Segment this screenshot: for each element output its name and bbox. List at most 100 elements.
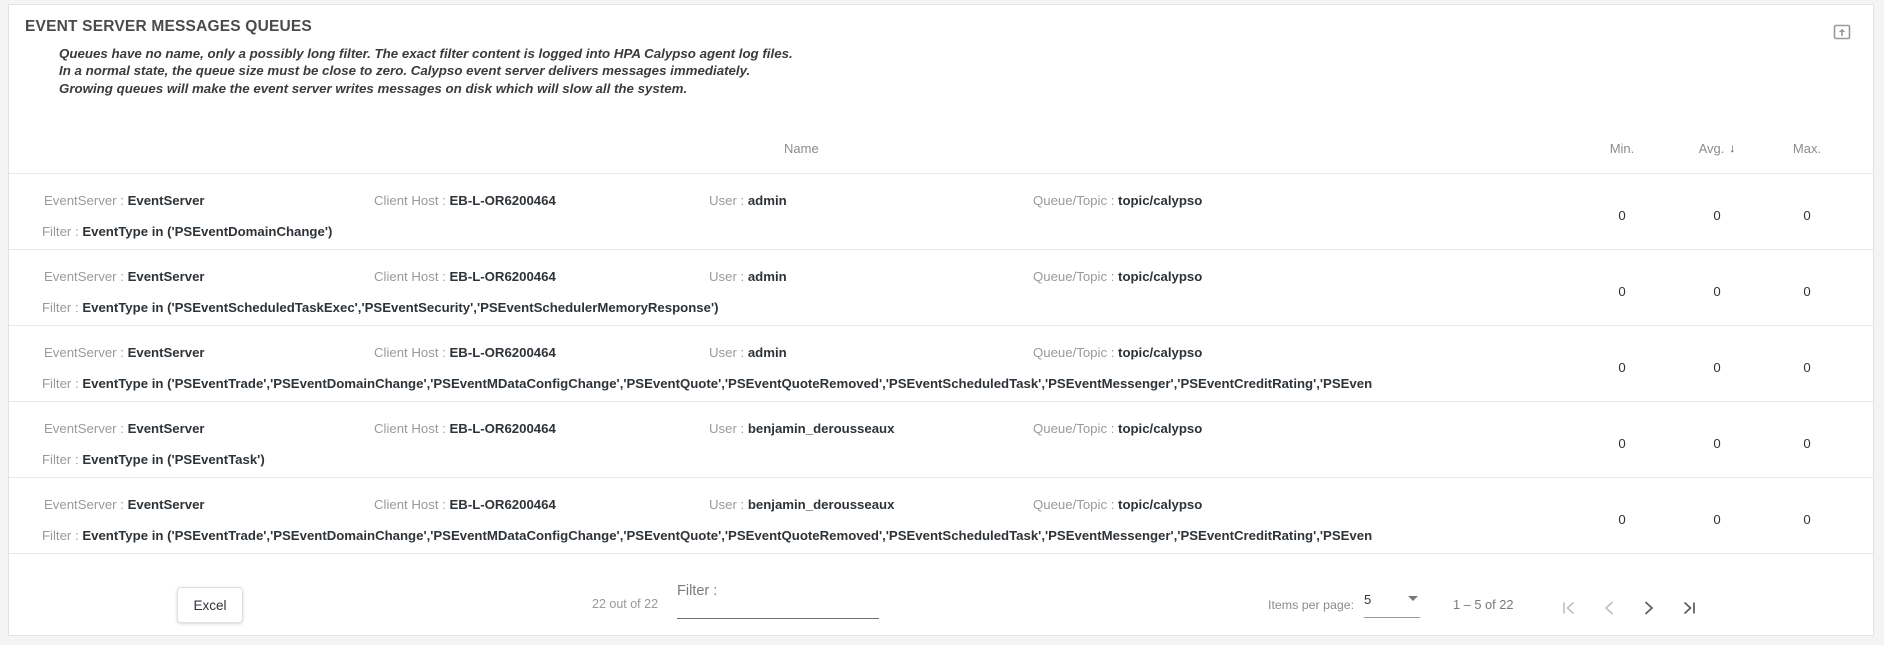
label-event-server: EventServer : [44,497,124,512]
column-header-name[interactable]: Name [784,141,819,156]
table-row[interactable]: EventServer : EventServer Client Host : … [9,173,1873,249]
cell-client-host: Client Host : EB-L-OR6200464 [374,345,556,360]
cell-queue-topic: Queue/Topic : topic/calypso [1033,193,1202,208]
cell-user: User : admin [709,269,787,284]
value-min: 0 [1618,436,1626,451]
label-client-host: Client Host : [374,269,446,284]
cell-queue-topic: Queue/Topic : topic/calypso [1033,345,1202,360]
column-header-min[interactable]: Min. [1596,141,1648,156]
next-page-icon [1645,601,1653,615]
value-filter: EventType in ('PSEventDomainChange') [82,224,333,239]
filter-field-underline [677,617,879,619]
value-event-server: EventServer [127,193,205,208]
cell-user: User : benjamin_derousseaux [709,421,894,436]
label-client-host: Client Host : [374,193,446,208]
value-event-server: EventServer [127,345,205,360]
column-header-avg[interactable]: Avg. ↓ [1686,141,1748,156]
description-line-1: Queues have no name, only a possibly lon… [59,46,793,61]
cell-queue-topic: Queue/Topic : topic/calypso [1033,421,1202,436]
first-page-button[interactable] [1549,588,1589,628]
value-queue-topic: topic/calypso [1118,421,1203,436]
chevron-down-icon [1408,596,1418,601]
cell-filter: Filter : EventType in ('PSEventDomainCha… [42,224,1372,239]
excel-export-button[interactable]: Excel [177,587,243,623]
records-count-label: 22 out of 22 [592,597,659,611]
value-avg: 0 [1713,284,1721,299]
value-max: 0 [1803,512,1811,527]
value-min: 0 [1618,208,1626,223]
value-avg: 0 [1713,436,1721,451]
last-page-button[interactable] [1669,588,1709,628]
label-event-server: EventServer : [44,269,124,284]
label-filter: Filter : [42,452,79,467]
value-filter: EventType in ('PSEventTrade','PSEventDom… [82,376,1372,391]
value-queue-topic: topic/calypso [1118,497,1203,512]
label-filter: Filter : [42,528,79,543]
value-event-server: EventServer [127,497,205,512]
previous-page-button[interactable] [1589,588,1629,628]
value-user: admin [747,193,787,208]
event-server-messages-queues-card: EVENT SERVER MESSAGES QUEUES Queues have… [8,4,1874,636]
value-client-host: EB-L-OR6200464 [449,193,556,208]
description-line-2: In a normal state, the queue size must b… [59,63,751,79]
table-row[interactable]: EventServer : EventServer Client Host : … [9,477,1873,554]
value-filter: EventType in ('PSEventScheduledTaskExec'… [82,300,719,315]
cell-event-server: EventServer : EventServer [44,345,205,360]
cell-filter: Filter : EventType in ('PSEventTask') [42,452,1372,467]
cell-user: User : admin [709,193,787,208]
table-header-row: Name Min. Avg. ↓ Max. [9,136,1873,173]
table-row[interactable]: EventServer : EventServer Client Host : … [9,325,1873,401]
items-per-page-value: 5 [1364,592,1372,607]
queues-table: Name Min. Avg. ↓ Max. EventServer : Event… [9,136,1873,554]
label-queue-topic: Queue/Topic : [1033,497,1115,512]
value-client-host: EB-L-OR6200464 [449,421,556,436]
items-per-page-label: Items per page: [1268,598,1355,612]
next-page-button[interactable] [1629,588,1669,628]
page-range-label: 1 – 5 of 22 [1453,597,1514,612]
label-event-server: EventServer : [44,193,124,208]
label-filter: Filter : [42,224,79,239]
label-client-host: Client Host : [374,345,446,360]
value-max: 0 [1803,360,1811,375]
value-max: 0 [1803,208,1811,223]
label-event-server: EventServer : [44,421,124,436]
cell-event-server: EventServer : EventServer [44,497,205,512]
value-user: admin [747,269,787,284]
label-queue-topic: Queue/Topic : [1033,421,1115,436]
items-per-page-underline [1364,616,1420,618]
description-line-3: Growing queues will make the event serve… [59,80,688,96]
cell-event-server: EventServer : EventServer [44,421,205,436]
column-header-avg-label: Avg. [1698,141,1725,156]
value-queue-topic: topic/calypso [1118,345,1203,360]
label-user: User : [709,193,745,208]
value-filter: EventType in ('PSEventTask') [82,452,265,467]
cell-event-server: EventServer : EventServer [44,193,205,208]
label-queue-topic: Queue/Topic : [1033,269,1115,284]
value-client-host: EB-L-OR6200464 [449,269,556,284]
cell-user: User : benjamin_derousseaux [709,497,894,512]
value-min: 0 [1618,512,1626,527]
items-per-page-select[interactable]: 5 [1364,591,1420,618]
value-avg: 0 [1713,512,1721,527]
label-queue-topic: Queue/Topic : [1033,345,1115,360]
value-avg: 0 [1713,208,1721,223]
value-queue-topic: topic/calypso [1118,193,1203,208]
value-avg: 0 [1713,360,1721,375]
value-user: benjamin_derousseaux [747,497,895,512]
open-in-new-icon[interactable] [1831,21,1853,43]
label-user: User : [709,497,745,512]
filter-field[interactable]: Filter : [677,582,879,619]
value-queue-topic: topic/calypso [1118,269,1203,284]
value-min: 0 [1618,360,1626,375]
column-header-max[interactable]: Max. [1781,141,1833,156]
table-row[interactable]: EventServer : EventServer Client Host : … [9,249,1873,325]
label-client-host: Client Host : [374,497,446,512]
value-user: benjamin_derousseaux [747,421,895,436]
cell-user: User : admin [709,345,787,360]
value-filter: EventType in ('PSEventTrade','PSEventDom… [82,528,1372,543]
cell-client-host: Client Host : EB-L-OR6200464 [374,497,556,512]
label-client-host: Client Host : [374,421,446,436]
table-row[interactable]: EventServer : EventServer Client Host : … [9,401,1873,477]
value-client-host: EB-L-OR6200464 [449,345,556,360]
label-user: User : [709,269,745,284]
